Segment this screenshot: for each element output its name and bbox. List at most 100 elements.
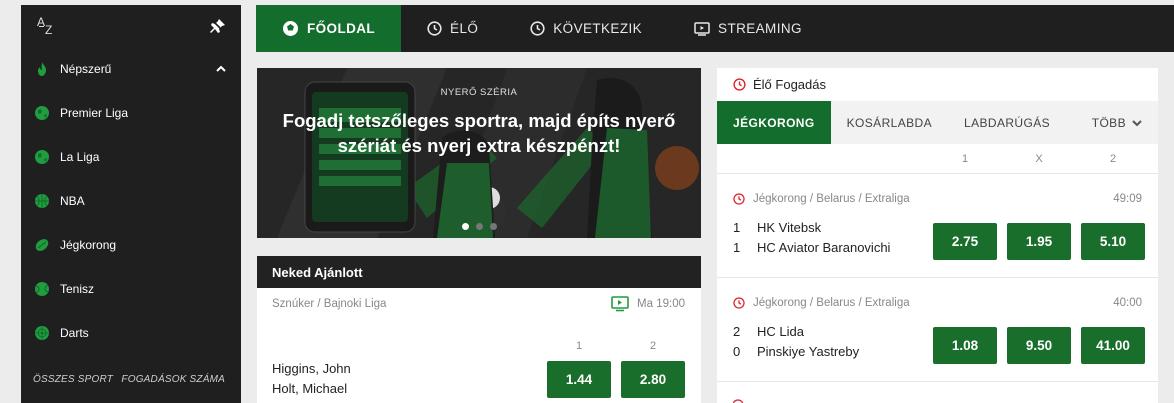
match-odds: 2.75 1.95 5.10 <box>933 223 1145 260</box>
match-meta: Jégkorong / Belarus / Extraliga 40:00 <box>733 297 1142 309</box>
banner-kicker: NYERŐ SZÉRIA <box>440 87 518 98</box>
sidebar-footer: ÖSSZES SPORT FOGADÁSOK SZÁMA <box>21 374 241 385</box>
pin-icon[interactable] <box>209 17 227 35</box>
sport-tab-hockey[interactable]: JÉGKORONG <box>717 101 831 144</box>
clock-icon <box>733 193 745 205</box>
live-header: Élő Fogadás <box>717 68 1158 101</box>
col-header: 1 <box>575 340 583 352</box>
banner-headline: Fogadj tetszőleges sportra, majd építs n… <box>282 110 676 156</box>
clock-icon <box>427 21 442 36</box>
chevron-up-icon[interactable] <box>215 63 227 75</box>
recommended-teams[interactable]: Higgins, John Holt, Michael <box>272 359 351 399</box>
sidebar-item-premier-league[interactable]: Premier Liga <box>21 91 241 135</box>
top-nav: FŐOLDAL ÉLŐ KÖVETKEZIK STREAMING <box>256 5 1174 52</box>
sidebar-item-darts[interactable]: Darts <box>21 311 241 355</box>
sidebar-item-label: Tenisz <box>60 282 95 296</box>
tab-streaming[interactable]: STREAMING <box>668 5 828 52</box>
chevron-down-icon <box>1132 119 1142 126</box>
tab-home[interactable]: FŐOLDAL <box>256 5 402 52</box>
recommended-panel: Neked Ajánlott Sznúker / Bajnoki Liga Ma… <box>257 256 701 403</box>
live-betting-panel: Élő Fogadás JÉGKORONG KOSÁRLABDA LABDARÚ… <box>717 68 1158 403</box>
col-header: 1 <box>961 153 969 165</box>
recommended-title: Neked Ajánlott <box>257 256 701 288</box>
home-team: HC Lida <box>757 324 804 339</box>
globe-icon <box>35 106 49 120</box>
match-meta: Jégkorong / Belarus / Extraliga 49:09 <box>733 193 1142 205</box>
bet-count-link[interactable]: FOGADÁSOK SZÁMA <box>121 374 225 385</box>
tab-label: STREAMING <box>718 21 802 36</box>
sidebar-item-tennis[interactable]: Tenisz <box>21 267 241 311</box>
match-row: Jégkorong / Belarus / Extraliga 40:00 2 H… <box>717 278 1158 382</box>
tab-label: FŐOLDAL <box>307 21 376 36</box>
carousel-dot[interactable] <box>475 223 483 230</box>
odd-button[interactable]: 1.95 <box>1007 223 1071 260</box>
away-score: 1 <box>733 240 741 255</box>
match-teams[interactable]: 1 HK Vitebsk 1 HC Aviator Baranovichi <box>733 218 890 258</box>
clock-icon <box>733 78 746 91</box>
sidebar-header: A Z <box>21 5 241 47</box>
tab-label: KÖVETKEZIK <box>553 21 643 36</box>
all-sports-link[interactable]: ÖSSZES SPORT <box>33 374 113 385</box>
match-league[interactable]: Jégkorong / Belarus / Extraliga <box>753 297 910 309</box>
az-z-label: Z <box>45 23 53 37</box>
odd-button[interactable]: 5.10 <box>1081 223 1145 260</box>
sidebar-item-label: Darts <box>60 326 89 340</box>
live-title: Élő Fogadás <box>753 77 826 92</box>
sidebar-item-hockey[interactable]: Jégkorong <box>21 223 241 267</box>
match-time: 49:09 <box>1113 193 1142 205</box>
tab-live[interactable]: ÉLŐ <box>401 5 504 52</box>
promo-banner[interactable]: NYERŐ SZÉRIA Fogadj tetszőleges sportra,… <box>257 68 701 238</box>
match-teams[interactable]: 2 HC Lida 0 Pinskiye Yastreby <box>733 322 859 362</box>
odd-button[interactable]: 2.80 <box>621 361 685 398</box>
sidebar-item-label: La Liga <box>60 150 100 164</box>
team-home: Higgins, John <box>272 361 351 376</box>
sidebar-item-nba[interactable]: NBA <box>21 179 241 223</box>
home-ball-icon <box>283 21 298 36</box>
odd-button[interactable]: 1.08 <box>933 327 997 364</box>
basketball-icon <box>35 194 49 208</box>
carousel-dot[interactable] <box>461 223 469 230</box>
more-dropdown[interactable]: TÖBB <box>1076 101 1158 144</box>
odd-button[interactable]: 9.50 <box>1007 327 1071 364</box>
home-score: 2 <box>733 324 741 339</box>
match-row: Jégkorong / Belarus / Extraliga 49:09 1 H… <box>717 174 1158 278</box>
home-score: 1 <box>733 220 741 235</box>
live-columns: 1 X 2 <box>717 144 1158 174</box>
match-odds: 1.08 9.50 41.00 <box>933 327 1145 364</box>
sport-tab-football[interactable]: LABDARÚGÁS <box>948 101 1066 144</box>
sidebar-item-la-liga[interactable]: La Liga <box>21 135 241 179</box>
away-team: HC Aviator Baranovichi <box>757 240 891 255</box>
sidebar-item-label: Premier Liga <box>60 106 129 120</box>
globe-icon <box>35 150 49 164</box>
recommended-columns: 1 2 <box>547 340 685 352</box>
sidebar-item-label: Jégkorong <box>60 238 117 252</box>
tv-icon <box>694 21 710 36</box>
sport-tab-basketball[interactable]: KOSÁRLABDA <box>831 101 948 144</box>
recommended-meta: Sznúker / Bajnoki Liga Ma 19:00 <box>257 288 701 320</box>
odd-button[interactable]: 2.75 <box>933 223 997 260</box>
tab-upcoming[interactable]: KÖVETKEZIK <box>504 5 668 52</box>
sidebar-item-popular[interactable]: Népszerű <box>21 47 241 91</box>
odd-button[interactable]: 1.44 <box>547 361 611 398</box>
recommended-odds: 1.44 2.80 <box>547 361 685 398</box>
hockey-puck-icon <box>35 239 49 251</box>
stream-icon <box>611 296 629 312</box>
flame-icon <box>38 62 46 76</box>
sport-tabs: JÉGKORONG KOSÁRLABDA LABDARÚGÁS TÖBB <box>717 101 1158 144</box>
more-label: TÖBB <box>1091 115 1126 130</box>
next-match-edge <box>733 399 744 403</box>
clock-icon <box>530 21 545 36</box>
dartboard-icon <box>35 326 49 340</box>
sort-az-icon[interactable]: A Z <box>35 15 59 37</box>
odd-button[interactable]: 41.00 <box>1081 327 1145 364</box>
carousel-dot[interactable] <box>489 223 497 230</box>
clock-icon <box>733 297 745 309</box>
team-away: Holt, Michael <box>272 381 348 396</box>
col-header: 2 <box>649 340 657 352</box>
match-league[interactable]: Jégkorong / Belarus / Extraliga <box>753 193 910 205</box>
recommended-time: Ma 19:00 <box>637 298 685 310</box>
home-team: HK Vitebsk <box>757 220 822 235</box>
away-score: 0 <box>733 344 741 359</box>
recommended-league[interactable]: Sznúker / Bajnoki Liga <box>272 298 386 310</box>
carousel-dots <box>257 223 701 230</box>
